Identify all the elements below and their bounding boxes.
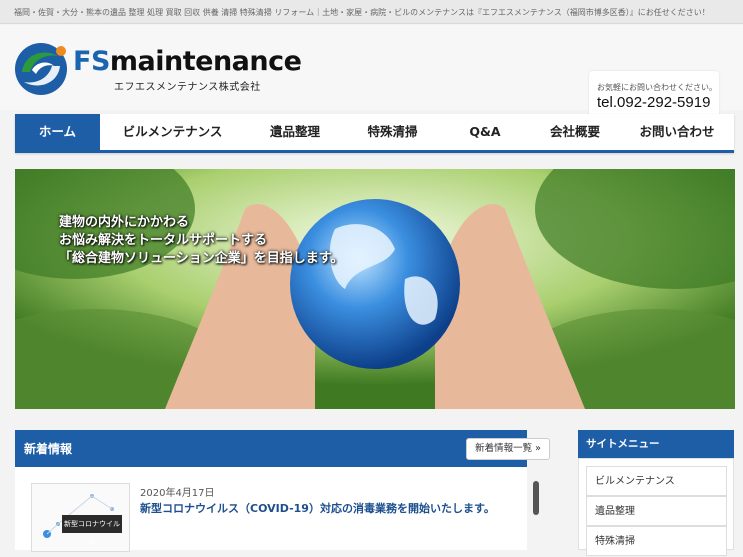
hero-tagline: 建物の内外にかかわる お悩み解決をトータルサポートする 「総合建物ソリューション… xyxy=(59,214,343,268)
news-thumbnail[interactable]: 新型コロナウイルス xyxy=(31,483,130,552)
sidebar-title: サイトメニュー xyxy=(578,430,734,458)
news-date: 2020年4月17日 xyxy=(140,488,215,499)
news-scrollbar[interactable] xyxy=(533,481,539,515)
logo-prefix: FS xyxy=(73,46,110,77)
sidebar-menu: ビルメンテナンス 遺品整理 特殊清掃 xyxy=(578,458,734,556)
nav-item-home[interactable]: ホーム xyxy=(15,114,100,150)
news-section-header: 新着情報 新着情報一覧 » xyxy=(15,430,550,467)
hero-illustration xyxy=(15,169,735,409)
company-logo-icon[interactable] xyxy=(14,42,70,96)
site-header: FSmaintenance エフエスメンテナンス株式会社 お気軽にお問い合わせく… xyxy=(0,25,743,123)
sidebar-item-building-maintenance[interactable]: ビルメンテナンス xyxy=(586,466,727,496)
hero-banner: 建物の内外にかかわる お悩み解決をトータルサポートする 「総合建物ソリューション… xyxy=(15,169,735,409)
sidebar-item-special-cleaning[interactable]: 特殊清掃 xyxy=(586,526,727,556)
news-list: 新型コロナウイルス 2020年4月17日 新型コロナウイルス（COVID-19）… xyxy=(15,467,539,552)
sidebar-item-estate-cleanup[interactable]: 遺品整理 xyxy=(586,496,727,526)
logo-wordmark[interactable]: FSmaintenance xyxy=(73,46,302,77)
news-title: 新着情報 xyxy=(24,442,73,456)
hero-line-1: 建物の内外にかかわる xyxy=(59,215,190,230)
hero-line-2: お悩み解決をトータルサポートする xyxy=(59,233,268,248)
phone-number[interactable]: tel.092-292-5919 xyxy=(597,94,710,111)
main-navigation: ホーム ビルメンテナンス 遺品整理 特殊清掃 Q&A 会社概要 お問い合わせ xyxy=(15,114,734,153)
news-more-button[interactable]: 新着情報一覧 » xyxy=(466,438,550,460)
logo-main: maintenance xyxy=(109,46,302,77)
company-name: エフエスメンテナンス株式会社 xyxy=(114,82,261,93)
announcement-text: 福岡・佐賀・大分・熊本の遺品 整理 処理 買取 回収 供養 清掃 特殊清掃 リフ… xyxy=(14,8,710,17)
nav-item-estate-cleanup[interactable]: 遺品整理 xyxy=(245,114,345,150)
top-announcement-bar: 福岡・佐賀・大分・熊本の遺品 整理 処理 買取 回収 供養 清掃 特殊清掃 リフ… xyxy=(0,0,743,24)
nav-item-special-cleaning[interactable]: 特殊清掃 xyxy=(345,114,440,150)
nav-item-company[interactable]: 会社概要 xyxy=(530,114,620,150)
thumbnail-label: 新型コロナウイルス xyxy=(62,515,122,546)
nav-item-qa[interactable]: Q&A xyxy=(440,114,530,150)
news-headline-link[interactable]: 新型コロナウイルス（COVID-19）対応の消毒業務を開始いたします。 xyxy=(140,500,495,516)
contact-label: お気軽にお問い合わせください。 xyxy=(597,83,717,92)
nav-item-building-maintenance[interactable]: ビルメンテナンス xyxy=(100,114,245,150)
nav-item-contact[interactable]: お問い合わせ xyxy=(620,114,734,150)
hero-line-3: 「総合建物ソリューション企業」を目指します。 xyxy=(59,251,344,266)
